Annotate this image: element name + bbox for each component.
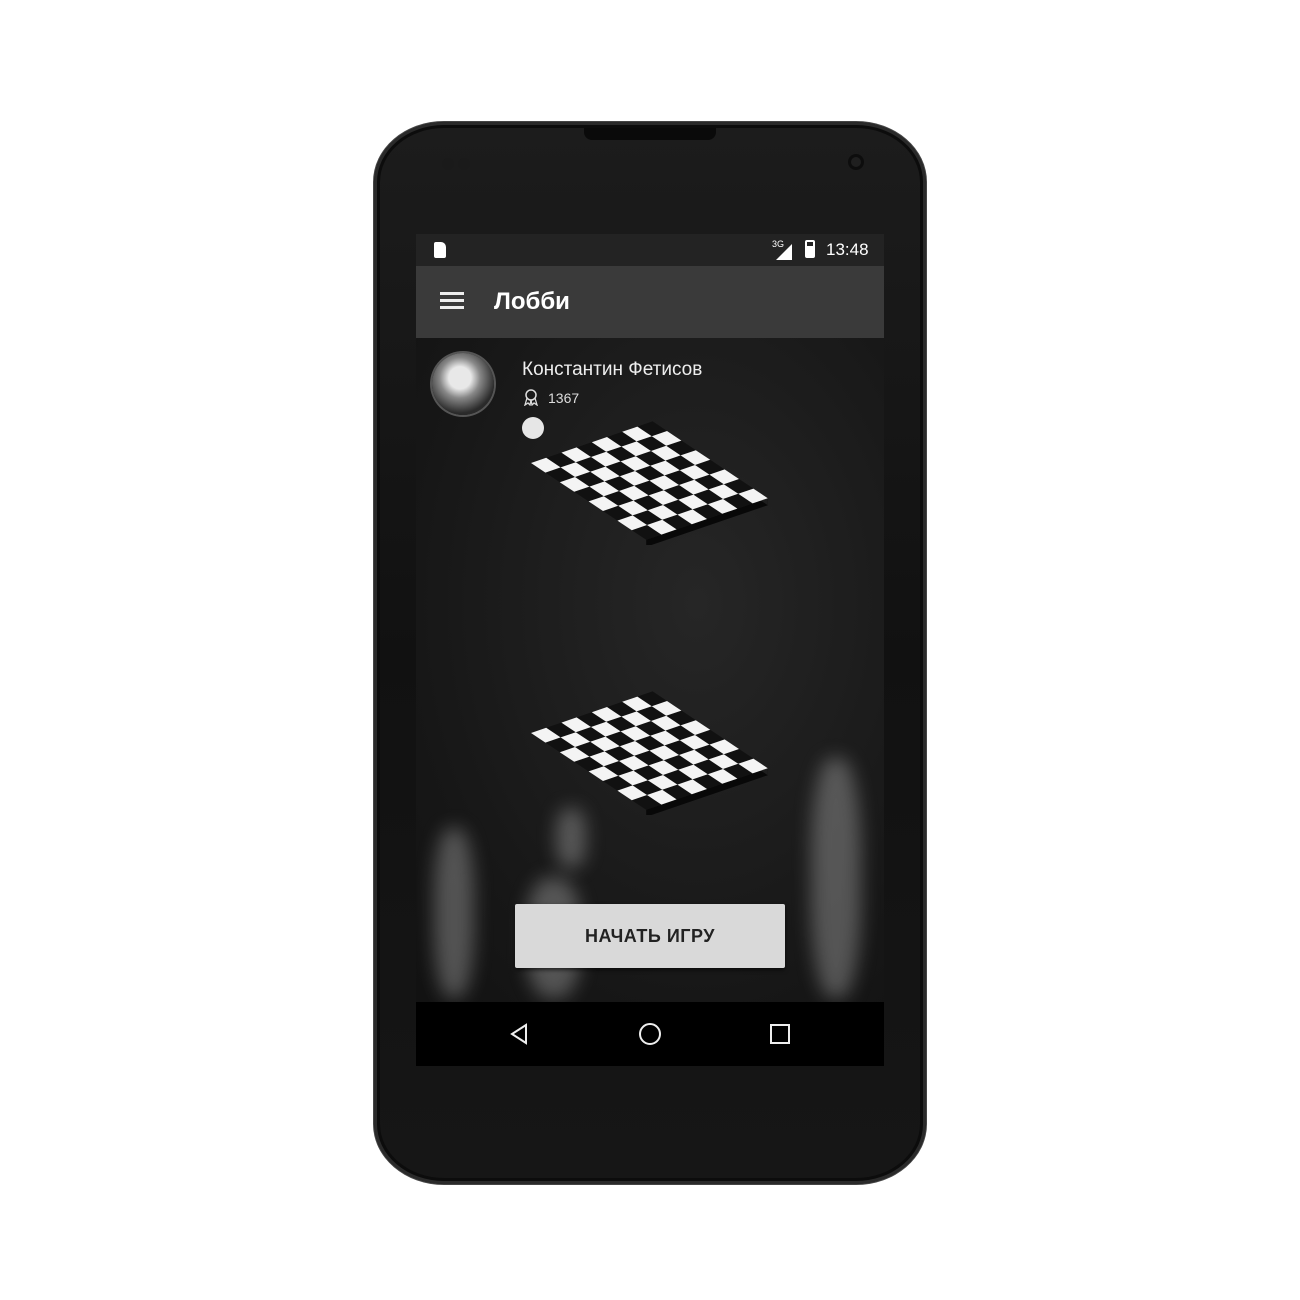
background-chess-piece	[434, 828, 474, 998]
checkers-board-bottom[interactable]	[526, 683, 776, 815]
player-rating: 1367	[548, 390, 580, 406]
front-camera	[848, 154, 864, 170]
start-game-button[interactable]: НАЧАТЬ ИГРУ	[515, 904, 785, 968]
app-bar: Лобби	[416, 266, 884, 338]
battery-icon	[805, 240, 815, 258]
signal-icon	[776, 244, 792, 260]
player-name: Константин Фетисов	[522, 359, 703, 380]
lobby-content: Константин Фетисов 1367 НАЧАТЬ ИГРУ	[416, 338, 884, 1002]
hamburger-menu-icon[interactable]	[440, 292, 464, 310]
back-icon[interactable]	[506, 1020, 534, 1048]
background-chess-piece	[556, 808, 586, 868]
phone-speaker	[584, 128, 716, 140]
checkers-board-top[interactable]	[526, 413, 776, 545]
screen: 3G 13:48 Лобби Константин Фетисов 1367 Н…	[416, 234, 884, 1002]
status-bar: 3G 13:48	[416, 234, 884, 266]
recents-icon[interactable]	[766, 1020, 794, 1048]
avatar[interactable]	[432, 353, 494, 415]
sensor-dot	[442, 158, 454, 170]
rating-medal-icon	[524, 389, 538, 406]
status-time: 13:48	[826, 240, 869, 259]
page-title: Лобби	[494, 288, 570, 315]
sd-card-icon	[434, 242, 446, 258]
sensor-dot	[458, 158, 470, 170]
home-icon[interactable]	[636, 1020, 664, 1048]
background-chess-piece	[811, 758, 861, 998]
navigation-bar	[416, 1002, 884, 1066]
